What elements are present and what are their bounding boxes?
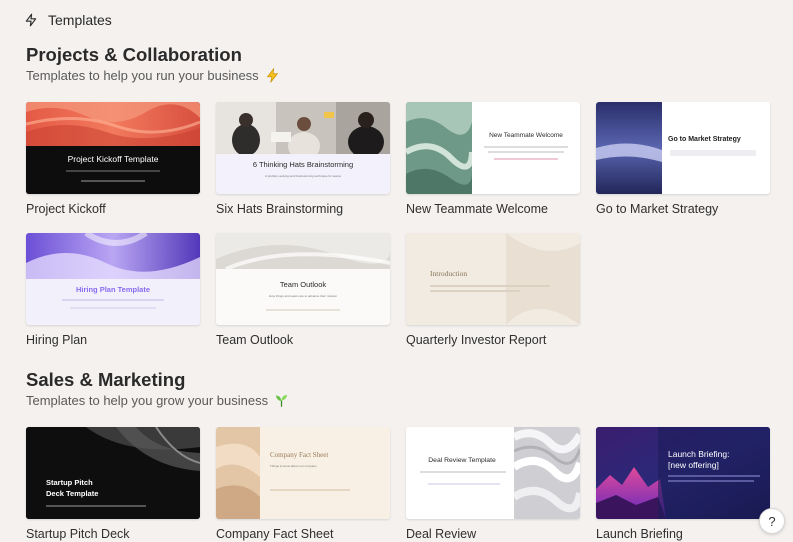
template-card-team-outlook[interactable]: Team Outlook How things and teams are to… bbox=[216, 233, 390, 347]
template-thumbnail[interactable]: 6 Thinking Hats Brainstorming A problem-… bbox=[216, 102, 390, 194]
template-card-company-fact-sheet[interactable]: Company Fact Sheet Things to know about … bbox=[216, 427, 390, 541]
template-thumbnail[interactable]: Company Fact Sheet Things to know about … bbox=[216, 427, 390, 519]
thumbnail-title: Project Kickoff Template bbox=[67, 154, 159, 164]
thumbnail-title: Go to Market Strategy bbox=[668, 136, 741, 143]
section-title-projects: Projects & Collaboration bbox=[26, 44, 242, 65]
template-card-launch-briefing[interactable]: Launch Briefing: [new offering] Launch B… bbox=[596, 427, 770, 541]
thumbnail-title: Introduction bbox=[430, 269, 468, 278]
thumbnail-title: Deal Review Template bbox=[428, 457, 496, 464]
template-thumbnail[interactable]: New Teammate Welcome bbox=[406, 102, 580, 194]
template-label[interactable]: Team Outlook bbox=[216, 333, 293, 347]
section-subtitle-text: Templates to help you grow your business bbox=[26, 393, 269, 408]
seedling-emoji-icon bbox=[275, 394, 288, 407]
template-card-project-kickoff[interactable]: Project Kickoff Template Project Kickoff bbox=[26, 102, 200, 216]
template-label[interactable]: Deal Review bbox=[406, 527, 476, 541]
thumbnail-subtitle: A problem-solving and brainstorming tech… bbox=[265, 174, 341, 178]
template-label[interactable]: Quarterly Investor Report bbox=[406, 333, 546, 347]
lightning-emoji-icon bbox=[266, 68, 278, 83]
template-label[interactable]: Company Fact Sheet bbox=[216, 527, 333, 541]
section-subtitle-text: Templates to help you run your business bbox=[26, 68, 259, 83]
template-thumbnail[interactable]: Deal Review Template bbox=[406, 427, 580, 519]
thumbnail-title: Company Fact Sheet bbox=[270, 451, 329, 459]
template-thumbnail[interactable]: Launch Briefing: [new offering] bbox=[596, 427, 770, 519]
thumbnail-title: New Teammate Welcome bbox=[489, 132, 563, 139]
template-card-quarterly-investor[interactable]: Introduction Quarterly Investor Report bbox=[406, 233, 580, 347]
template-thumbnail[interactable]: Introduction bbox=[406, 233, 580, 325]
thumbnail-title: 6 Thinking Hats Brainstorming bbox=[252, 160, 354, 169]
template-label[interactable]: Six Hats Brainstorming bbox=[216, 202, 343, 216]
template-label[interactable]: Startup Pitch Deck bbox=[26, 527, 130, 541]
template-label[interactable]: Go to Market Strategy bbox=[596, 202, 718, 216]
template-label[interactable]: Project Kickoff bbox=[26, 202, 106, 216]
bolt-icon bbox=[25, 13, 37, 27]
template-thumbnail[interactable]: Project Kickoff Template bbox=[26, 102, 200, 194]
thumbnail-title: Launch Briefing: [new offering] bbox=[668, 449, 730, 470]
thumbnail-title: Hiring Plan Template bbox=[75, 285, 151, 294]
help-button[interactable]: ? bbox=[759, 508, 785, 534]
template-thumbnail[interactable]: Team Outlook How things and teams are to… bbox=[216, 233, 390, 325]
template-card-go-to-market[interactable]: Go to Market Strategy Go to Market Strat… bbox=[596, 102, 770, 216]
template-thumbnail[interactable]: Go to Market Strategy bbox=[596, 102, 770, 194]
template-thumbnail[interactable]: Hiring Plan Template bbox=[26, 233, 200, 325]
template-thumbnail[interactable]: Startup Pitch Deck Template bbox=[26, 427, 200, 519]
page-header: Templates bbox=[24, 10, 112, 30]
template-card-new-teammate[interactable]: New Teammate Welcome New Teammate Welcom… bbox=[406, 102, 580, 216]
template-label[interactable]: Hiring Plan bbox=[26, 333, 87, 347]
template-label[interactable]: New Teammate Welcome bbox=[406, 202, 548, 216]
thumbnail-title: Team Outlook bbox=[279, 280, 327, 289]
section-subtitle-sales: Templates to help you grow your business bbox=[26, 393, 289, 408]
template-card-startup-pitch[interactable]: Startup Pitch Deck Template Startup Pitc… bbox=[26, 427, 200, 541]
section-title-sales: Sales & Marketing bbox=[26, 369, 186, 390]
template-card-hiring-plan[interactable]: Hiring Plan Template Hiring Plan bbox=[26, 233, 200, 347]
thumbnail-subtitle: How things and teams are to advance thei… bbox=[268, 294, 338, 298]
template-card-deal-review[interactable]: Deal Review Template Deal Review bbox=[406, 427, 580, 541]
section-subtitle-projects: Templates to help you run your business bbox=[26, 68, 280, 83]
template-card-six-hats[interactable]: 6 Thinking Hats Brainstorming A problem-… bbox=[216, 102, 390, 216]
thumbnail-subtitle: Things to know about our company bbox=[270, 464, 317, 468]
thumbnail-title: Startup Pitch Deck Template bbox=[46, 478, 99, 498]
template-label[interactable]: Launch Briefing bbox=[596, 527, 683, 541]
page-title: Templates bbox=[48, 12, 112, 28]
